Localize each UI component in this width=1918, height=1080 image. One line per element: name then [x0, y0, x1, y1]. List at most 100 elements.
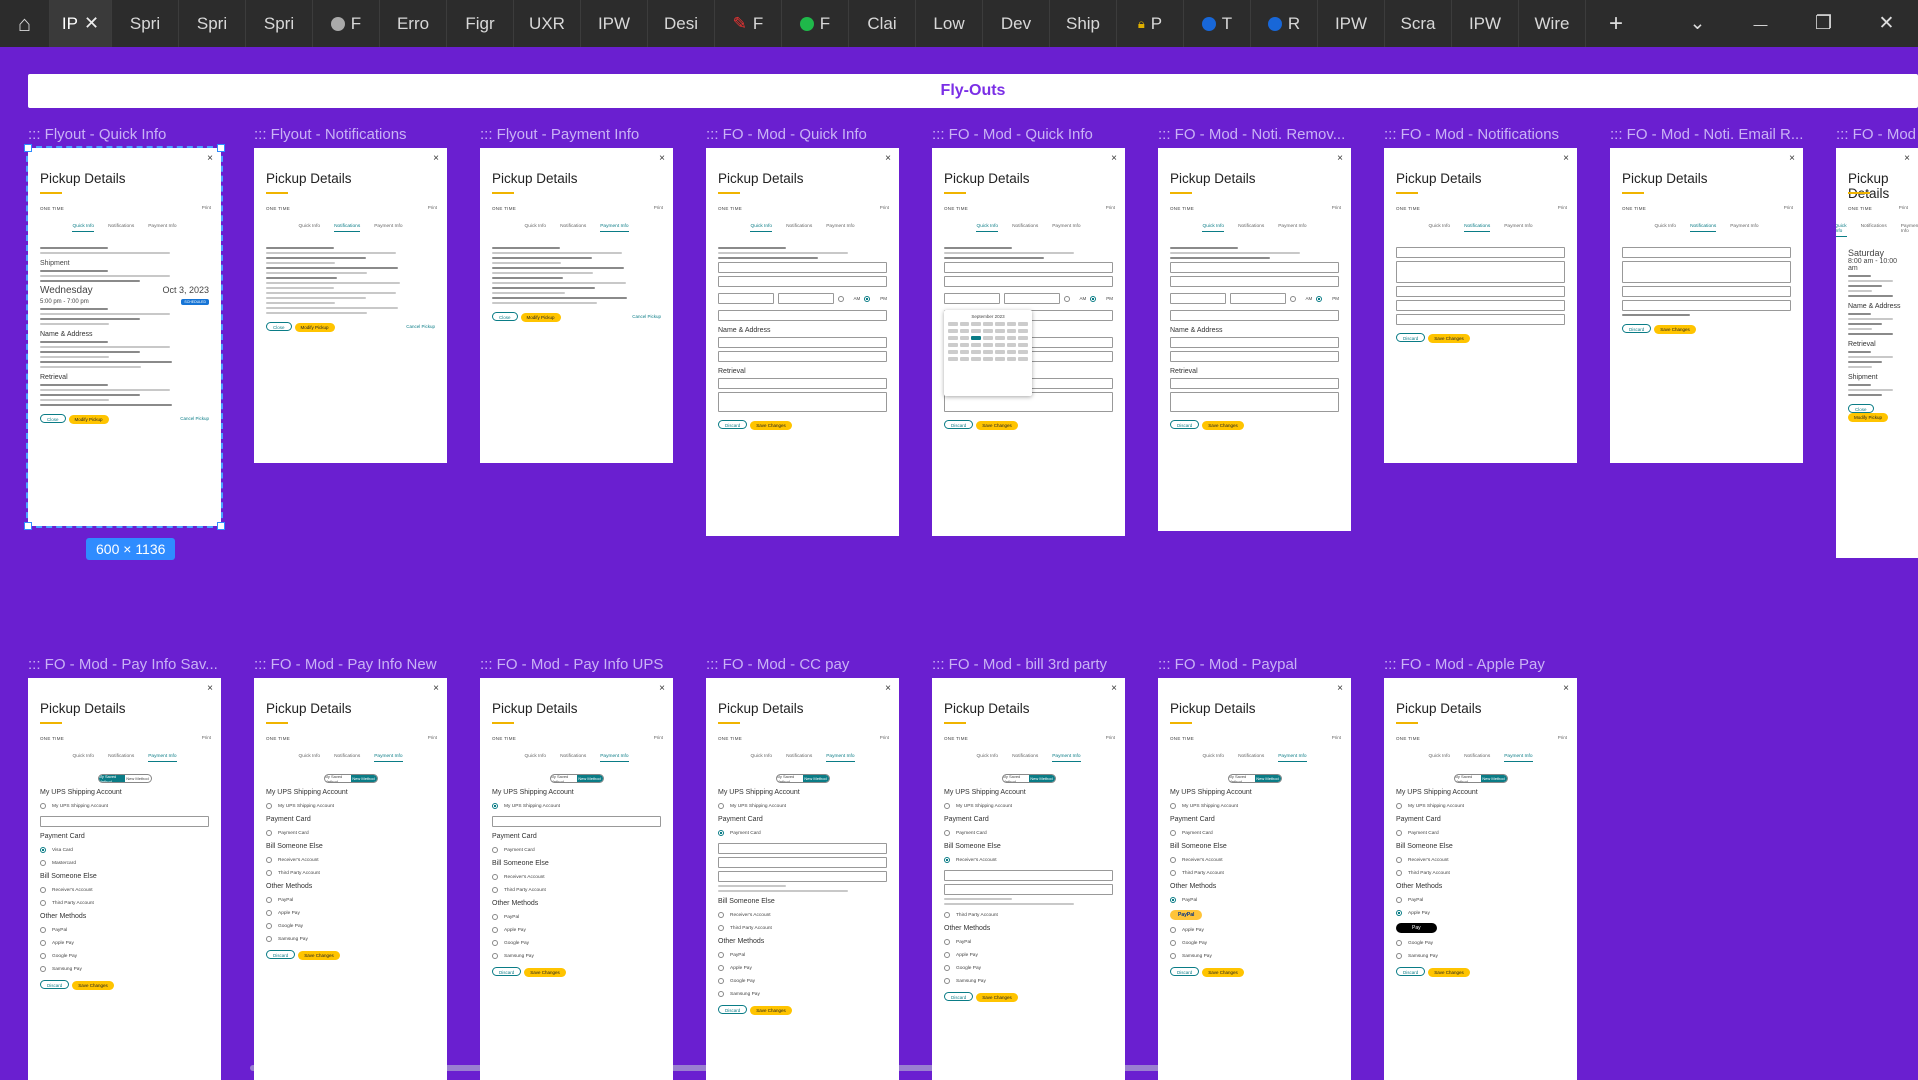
tab-notif[interactable]: Notifications: [786, 754, 812, 762]
calendar-day[interactable]: [1006, 322, 1017, 326]
secondary-button[interactable]: Discard: [944, 420, 974, 429]
radio-button[interactable]: [1170, 940, 1176, 946]
frame-label[interactable]: ::: FO - Mod - bill 3rd party: [932, 656, 1132, 673]
radio-button[interactable]: [1396, 940, 1402, 946]
tab-quick[interactable]: Quick Info: [72, 224, 95, 232]
calendar-day[interactable]: [1018, 343, 1028, 347]
radio-option[interactable]: Apple Pay: [40, 940, 209, 946]
frame-label[interactable]: ::: FO - Mod - Noti. Remov...: [1158, 126, 1358, 143]
flyout-frame[interactable]: × Pickup Details ONE TIME Print Quick Info No…: [932, 678, 1125, 1080]
input-field[interactable]: [944, 884, 1113, 895]
flyout-frame[interactable]: × Pickup Details ONE TIME Print Quick Info No…: [254, 148, 447, 463]
browser-tab[interactable]: F: [313, 0, 380, 47]
calendar-day[interactable]: [971, 336, 982, 340]
calendar-day[interactable]: [1006, 336, 1017, 340]
radio-button[interactable]: [266, 910, 272, 916]
calendar-day[interactable]: [1006, 343, 1017, 347]
apple-pay-button[interactable]: Pay: [1396, 923, 1437, 933]
radio-option[interactable]: Receiver's Account: [1396, 857, 1565, 863]
tab-quick[interactable]: Quick Info: [1428, 224, 1450, 232]
tab-quick[interactable]: Quick Info: [976, 224, 999, 232]
primary-button[interactable]: Modify Pickup: [294, 323, 335, 332]
radio-button[interactable]: [40, 966, 46, 972]
input-field[interactable]: [718, 351, 887, 362]
radio-button[interactable]: [492, 914, 498, 920]
frame-label[interactable]: ::: FO - Mod -: [1836, 126, 1918, 143]
input-field[interactable]: [718, 843, 887, 854]
tab-quick[interactable]: Quick Info: [976, 754, 998, 762]
radio-button[interactable]: [1396, 870, 1402, 876]
radio-option[interactable]: PayPal: [1170, 897, 1339, 903]
pm-radio[interactable]: [1316, 295, 1323, 302]
radio-button[interactable]: [492, 803, 498, 809]
calendar-day[interactable]: [948, 329, 958, 333]
frame-label[interactable]: ::: FO - Mod - Notifications: [1384, 126, 1584, 143]
flyout-frame[interactable]: × Pickup Details ONE TIME Print Quick Info No…: [1384, 148, 1577, 463]
input-field[interactable]: [1622, 286, 1791, 297]
secondary-button[interactable]: Discard: [718, 420, 748, 429]
radio-option[interactable]: Receiver's Account: [1170, 857, 1339, 863]
radio-button[interactable]: [266, 923, 272, 929]
radio-option[interactable]: Payment Card: [266, 830, 435, 836]
calendar-day[interactable]: [959, 322, 970, 326]
flyout-frame[interactable]: × Pickup Details ONE TIME Print Quick Info No…: [706, 148, 899, 536]
radio-button[interactable]: [266, 936, 272, 942]
calendar-day[interactable]: [948, 336, 958, 340]
frame-label[interactable]: ::: FO - Mod - Pay Info New: [254, 656, 454, 673]
primary-button[interactable]: Modify Pickup: [68, 415, 109, 424]
secondary-button[interactable]: Close: [492, 312, 518, 321]
radio-option[interactable]: Samsung Pay: [492, 953, 661, 959]
date-picker-popup[interactable]: September 2023: [944, 310, 1032, 396]
radio-button[interactable]: [492, 927, 498, 933]
radio-option[interactable]: PayPal: [492, 914, 661, 920]
primary-button[interactable]: Modify Pickup: [520, 313, 561, 322]
radio-button[interactable]: [718, 965, 724, 971]
radio-option[interactable]: Apple Pay: [266, 910, 435, 916]
input-field[interactable]: [718, 857, 887, 868]
frame-label[interactable]: ::: Flyout - Payment Info: [480, 126, 680, 143]
tab-pay[interactable]: Payment Info: [374, 224, 402, 232]
radio-option[interactable]: My UPS Shipping Account: [492, 803, 661, 809]
radio-button[interactable]: [944, 939, 950, 945]
radio-option[interactable]: Third Party Account: [266, 870, 435, 876]
radio-button[interactable]: [718, 952, 724, 958]
input-field[interactable]: [1170, 276, 1339, 287]
input-field[interactable]: [944, 276, 1113, 287]
tab-notif[interactable]: Notifications: [786, 224, 812, 232]
calendar-day[interactable]: [971, 322, 982, 326]
tab-pay[interactable]: Payment Info: [1052, 224, 1080, 232]
radio-option[interactable]: Visa Card: [40, 847, 209, 853]
flyout-frame[interactable]: × Pickup Details ONE TIME Print Quick Info No…: [1610, 148, 1803, 463]
method-toggle[interactable]: My Saved Method New Method: [549, 774, 604, 783]
radio-option[interactable]: Third Party Account: [492, 887, 661, 893]
input-field[interactable]: [1170, 337, 1339, 348]
input-field[interactable]: [492, 816, 661, 827]
tab-pay[interactable]: Payment Info: [600, 754, 629, 762]
calendar-day[interactable]: [948, 343, 958, 347]
browser-tab[interactable]: Desi: [648, 0, 715, 47]
message-textarea[interactable]: [1622, 261, 1791, 283]
input-field[interactable]: [1622, 300, 1791, 311]
radio-option[interactable]: Receiver's Account: [266, 857, 435, 863]
calendar-day[interactable]: [948, 322, 958, 326]
calendar-day[interactable]: [1018, 336, 1028, 340]
radio-button[interactable]: [1396, 953, 1402, 959]
tab-notif[interactable]: Notifications: [560, 224, 586, 232]
radio-option[interactable]: Apple Pay: [492, 927, 661, 933]
tab-quick[interactable]: Quick Info: [1654, 224, 1676, 232]
radio-option[interactable]: Google Pay: [1396, 940, 1565, 946]
secondary-button[interactable]: Discard: [1170, 420, 1200, 429]
tab-notif[interactable]: Notifications: [1238, 224, 1264, 232]
radio-option[interactable]: Google Pay: [266, 923, 435, 929]
frame-label[interactable]: ::: FO - Mod - Pay Info Sav...: [28, 656, 228, 673]
pm-radio[interactable]: [1090, 295, 1097, 302]
browser-tab[interactable]: T: [1184, 0, 1251, 47]
tab-pay[interactable]: Payment Info: [1901, 224, 1918, 237]
close-icon[interactable]: ×: [207, 683, 213, 694]
radio-button[interactable]: [1396, 830, 1402, 836]
tab-notif[interactable]: Notifications: [1012, 754, 1038, 762]
primary-button[interactable]: Save Changes: [1202, 968, 1244, 977]
frame-label[interactable]: ::: Flyout - Notifications: [254, 126, 454, 143]
hour-select[interactable]: [718, 293, 774, 304]
radio-button[interactable]: [40, 887, 46, 893]
